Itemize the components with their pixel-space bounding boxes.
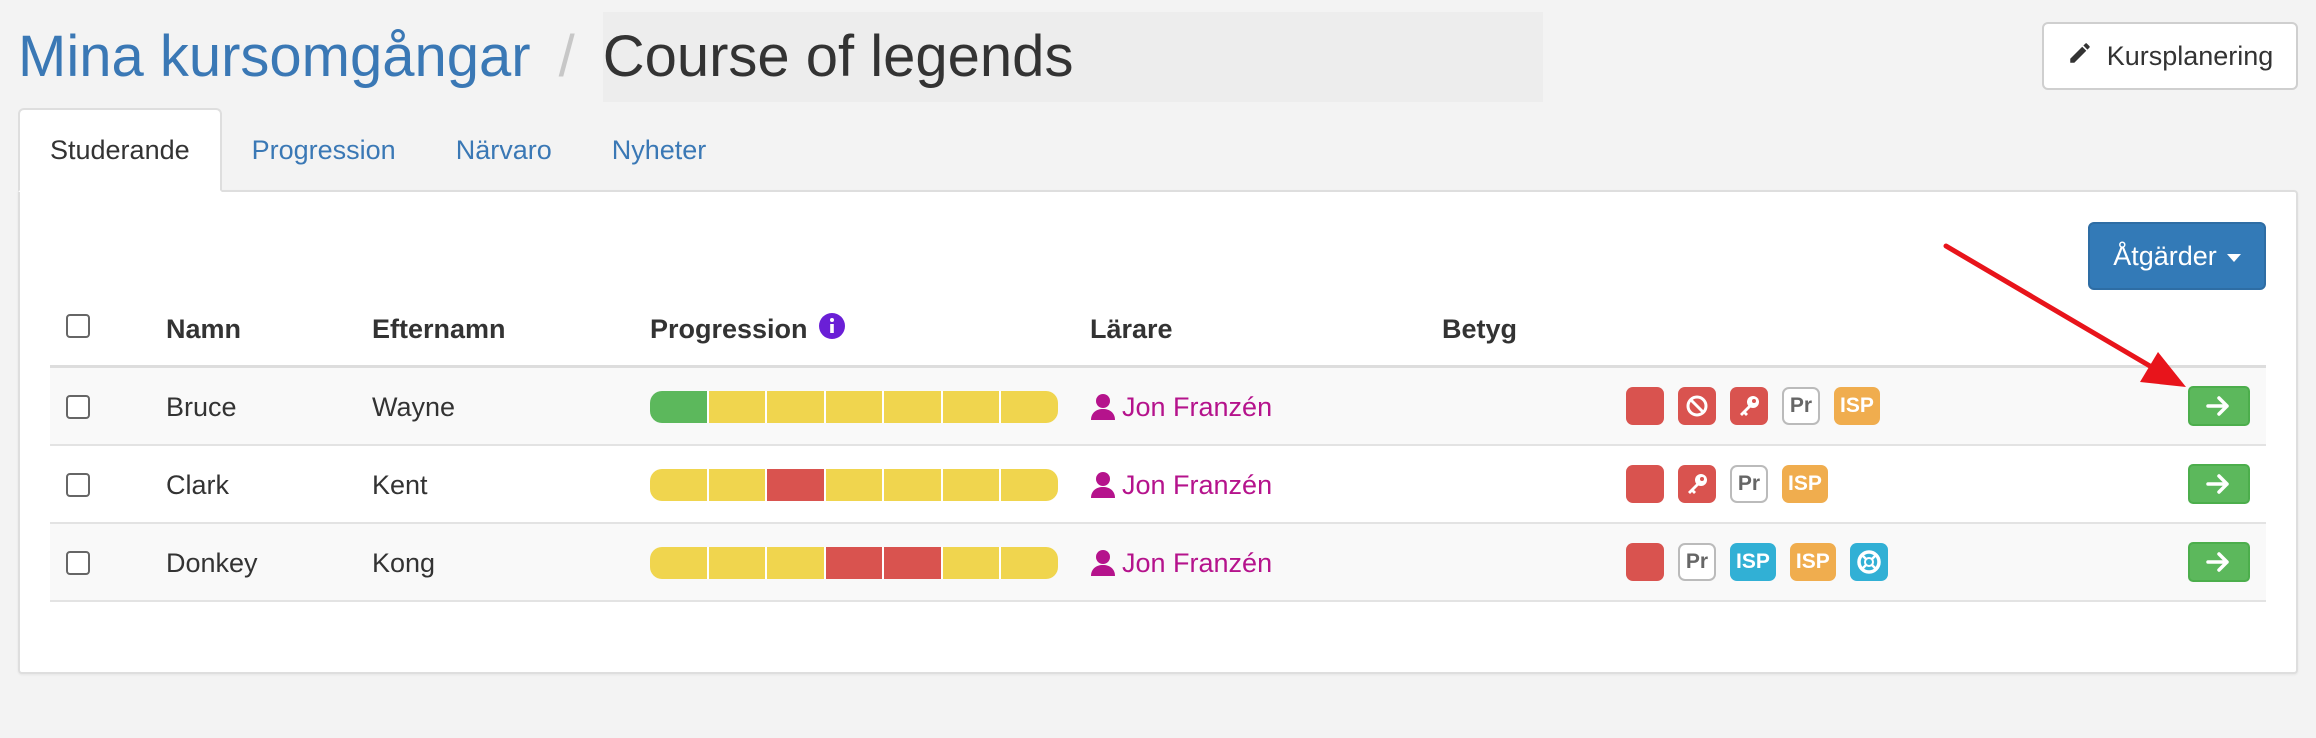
course-planning-button[interactable]: Kursplanering (2042, 22, 2298, 90)
progress-segment (942, 391, 1002, 423)
actions-dropdown-button[interactable]: Åtgärder (2088, 222, 2266, 290)
page: Mina kursomgångar / Course of legends Ku… (0, 0, 2316, 738)
ban-icon (1685, 394, 1709, 418)
progress-segment (942, 469, 1002, 501)
progress-segment (708, 469, 768, 501)
select-all-checkbox[interactable] (66, 314, 90, 338)
tab-students[interactable]: Studerande (18, 108, 222, 192)
user-icon (1090, 471, 1116, 499)
progress-bar[interactable] (650, 547, 1058, 579)
progress-segment (767, 547, 826, 579)
status-badge-red[interactable] (1626, 387, 1664, 425)
tab-news[interactable]: Nyheter (582, 108, 737, 192)
tab-bar: Studerande Progression Närvaro Nyheter (18, 108, 736, 192)
teacher-link[interactable]: Jon Franzén (1090, 368, 1272, 446)
progress-segment (1001, 391, 1058, 423)
first-name-cell: Donkey (166, 547, 258, 578)
first-name-cell: Clark (166, 469, 230, 500)
key-icon (1736, 393, 1762, 419)
isp-badge-blue[interactable]: ISP (1730, 543, 1776, 581)
ban-badge[interactable] (1678, 387, 1716, 425)
table-row: Bruce Wayne Jon Franzén Pr ISP (50, 368, 2266, 446)
progression-header-label: Progression (650, 313, 808, 344)
column-header-surname[interactable]: Efternamn (372, 290, 506, 368)
row-checkbox[interactable] (66, 395, 90, 419)
key-badge[interactable] (1730, 387, 1768, 425)
first-name-cell: Bruce (166, 391, 237, 422)
open-student-button[interactable] (2188, 386, 2250, 426)
progress-segment (1001, 469, 1058, 501)
column-header-progression[interactable]: Progression (650, 290, 846, 368)
open-student-button[interactable] (2188, 542, 2250, 582)
progress-bar[interactable] (650, 469, 1058, 501)
pr-badge[interactable]: Pr (1782, 387, 1820, 425)
course-planning-label: Kursplanering (2106, 40, 2274, 71)
key-badge[interactable] (1678, 465, 1716, 503)
teacher-name: Jon Franzén (1122, 391, 1273, 422)
table-row: Donkey Kong Jon Franzén Pr ISP ISP (50, 524, 2266, 602)
arrow-right-icon (2206, 473, 2232, 495)
pr-badge[interactable]: Pr (1730, 465, 1768, 503)
isp-badge-orange[interactable]: ISP (1789, 543, 1836, 581)
teacher-link[interactable]: Jon Franzén (1090, 446, 1272, 524)
column-header-teacher[interactable]: Lärare (1090, 290, 1173, 368)
key-icon (1684, 471, 1710, 497)
teacher-link[interactable]: Jon Franzén (1090, 524, 1272, 602)
table-row: Clark Kent Jon Franzén Pr ISP (50, 446, 2266, 524)
progress-segment (825, 469, 885, 501)
row-checkbox[interactable] (66, 551, 90, 575)
breadcrumb-parent-link[interactable]: Mina kursomgångar (18, 12, 531, 102)
status-badge-red[interactable] (1626, 543, 1664, 581)
column-header-name[interactable]: Namn (166, 290, 241, 368)
status-badges: Pr ISP ISP (1626, 543, 1888, 581)
tab-progression[interactable]: Progression (222, 108, 426, 192)
status-badges: Pr ISP (1626, 465, 1828, 503)
progress-bar[interactable] (650, 391, 1058, 423)
last-name-cell: Kent (372, 469, 428, 500)
progress-segment (942, 547, 1002, 579)
progress-segment (650, 469, 709, 501)
user-icon (1090, 393, 1116, 421)
last-name-cell: Kong (372, 547, 436, 578)
breadcrumb-separator: / (558, 24, 575, 89)
progress-segment (650, 547, 709, 579)
teacher-name: Jon Franzén (1122, 469, 1273, 500)
support-badge[interactable] (1849, 543, 1888, 581)
isp-badge-orange[interactable]: ISP (1782, 465, 1828, 503)
row-checkbox[interactable] (66, 473, 90, 497)
progress-segment (825, 391, 885, 423)
progress-segment (884, 469, 943, 501)
tab-attendance[interactable]: Närvaro (426, 108, 582, 192)
info-icon[interactable] (818, 312, 846, 347)
column-header-grade[interactable]: Betyg (1442, 290, 1517, 368)
progress-segment (708, 391, 768, 423)
open-student-button[interactable] (2188, 464, 2250, 504)
progress-segment (767, 391, 826, 423)
user-icon (1090, 549, 1116, 577)
status-badge-red[interactable] (1626, 465, 1664, 503)
progress-segment (708, 547, 768, 579)
pencil-icon (2067, 40, 2093, 73)
table-header: Namn Efternamn Progression Lärare Betyg (50, 290, 2266, 368)
caret-down-icon (2226, 254, 2241, 262)
actions-label: Åtgärder (2113, 240, 2217, 271)
progress-segment (884, 391, 943, 423)
isp-badge-orange[interactable]: ISP (1834, 387, 1880, 425)
progress-segment (884, 547, 943, 579)
arrow-right-icon (2206, 395, 2232, 417)
pr-badge[interactable]: Pr (1678, 543, 1716, 581)
progress-segment (825, 547, 885, 579)
progress-segment (1001, 547, 1058, 579)
teacher-name: Jon Franzén (1122, 547, 1273, 578)
status-badges: Pr ISP (1626, 387, 1880, 425)
arrow-right-icon (2206, 551, 2232, 573)
breadcrumb: Mina kursomgångar / Course of legends (18, 12, 1544, 102)
last-name-cell: Wayne (372, 391, 456, 422)
progress-segment (767, 469, 826, 501)
lifebuoy-icon (1856, 549, 1882, 575)
page-title: Course of legends (602, 12, 1544, 102)
progress-segment (650, 391, 709, 423)
